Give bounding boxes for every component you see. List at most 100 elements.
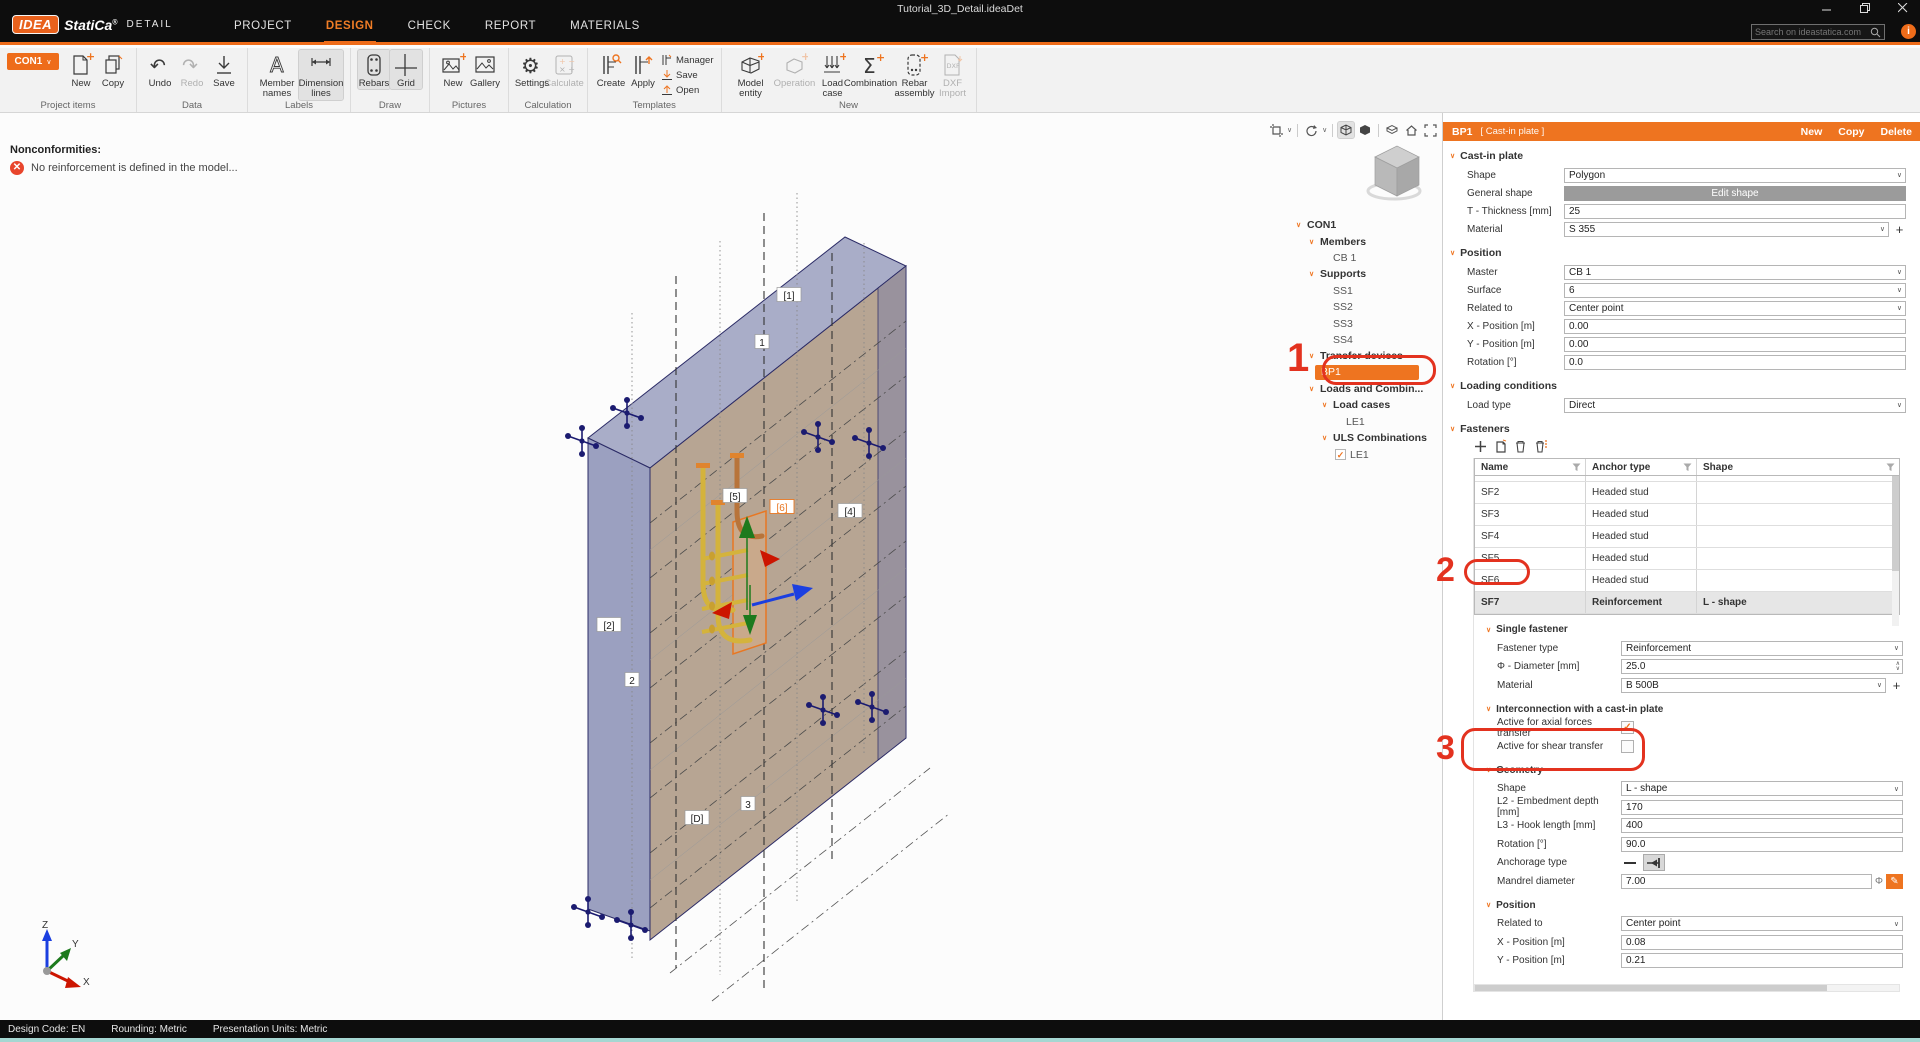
- ribbon-operation[interactable]: + Operation: [773, 50, 817, 89]
- load-type-select[interactable]: Direct∨: [1564, 398, 1906, 413]
- ribbon-gallery[interactable]: Gallery: [469, 50, 501, 89]
- panel-delete-button[interactable]: Delete: [1880, 126, 1912, 138]
- table-row-sf5[interactable]: SF5Headed stud: [1475, 548, 1899, 570]
- shear-transfer-checkbox[interactable]: [1621, 740, 1634, 753]
- ribbon-undo[interactable]: ↶ Undo: [144, 50, 176, 89]
- material-select[interactable]: S 355∨: [1564, 222, 1889, 237]
- shape-select[interactable]: Polygon∨: [1564, 168, 1906, 183]
- section-position[interactable]: ∨Position: [1450, 247, 1920, 259]
- section-single-fastener[interactable]: ∨Single fastener: [1486, 624, 1905, 635]
- section-interconnection[interactable]: ∨Interconnection with a cast-in plate: [1486, 704, 1905, 715]
- section-cast-in-plate[interactable]: ∨Cast-in plate: [1450, 150, 1920, 162]
- tree-load-cases[interactable]: ∨Load cases: [1296, 397, 1442, 413]
- scene-3d[interactable]: [1] 1 [2] 2 [5] [6] [4] [D] 3: [0, 113, 1442, 1020]
- panel-new-button[interactable]: New: [1801, 126, 1823, 138]
- ribbon-template-apply[interactable]: Apply: [627, 50, 659, 89]
- restore-button[interactable]: [1858, 2, 1872, 14]
- close-button[interactable]: [1896, 2, 1910, 14]
- geometry-rotation-input[interactable]: 90.0: [1621, 837, 1903, 852]
- horizontal-scrollbar[interactable]: [1474, 984, 1900, 992]
- ribbon-template-create[interactable]: Create: [595, 50, 627, 89]
- tree-cb1[interactable]: CB 1: [1296, 250, 1442, 266]
- master-select[interactable]: CB 1∨: [1564, 265, 1906, 280]
- embedment-depth-input[interactable]: 170: [1621, 800, 1903, 815]
- edit-shape-button[interactable]: Edit shape: [1564, 186, 1906, 201]
- ribbon-dxf-import[interactable]: DXF DXF Import: [937, 50, 969, 100]
- crop-dropdown-icon[interactable]: ∨: [1287, 126, 1292, 134]
- thickness-input[interactable]: 25: [1564, 204, 1906, 219]
- ribbon-new-project-item[interactable]: + New: [65, 50, 97, 89]
- geometry-shape-select[interactable]: L - shape∨: [1621, 781, 1903, 796]
- diameter-stepper[interactable]: 25.0∧∨: [1621, 659, 1903, 674]
- tree-ss4[interactable]: SS4: [1296, 332, 1442, 348]
- add-material-button[interactable]: +: [1893, 222, 1906, 237]
- tree-loads[interactable]: ∨Loads and Combin...: [1296, 381, 1442, 397]
- edit-mandrel-button[interactable]: ✎: [1886, 874, 1903, 889]
- fastener-type-select[interactable]: Reinforcement∨: [1621, 641, 1903, 656]
- info-icon[interactable]: i: [1901, 24, 1916, 39]
- tree-supports[interactable]: ∨Supports: [1296, 266, 1442, 282]
- section-loading-conditions[interactable]: ∨Loading conditions: [1450, 380, 1920, 392]
- ribbon-copy-project-item[interactable]: Copy: [97, 50, 129, 89]
- table-row[interactable]: SF4Headed stud: [1475, 526, 1899, 548]
- search-input[interactable]: [1755, 27, 1870, 37]
- ribbon-rebar-assembly[interactable]: + Rebar assembly: [893, 50, 937, 100]
- ribbon-dimension-lines[interactable]: Dimension lines: [299, 50, 343, 100]
- anchorage-straight-button[interactable]: [1621, 855, 1641, 870]
- tab-check[interactable]: CHECK: [406, 14, 453, 45]
- tab-report[interactable]: REPORT: [483, 14, 538, 45]
- ribbon-picture-new[interactable]: + New: [437, 50, 469, 89]
- tree-ss1[interactable]: SS1: [1296, 283, 1442, 299]
- tree-ss2[interactable]: SS2: [1296, 299, 1442, 315]
- anchorage-hook-button[interactable]: [1644, 855, 1664, 870]
- table-row-selected[interactable]: SF7ReinforcementL - shape: [1475, 592, 1899, 614]
- minimize-button[interactable]: [1820, 2, 1834, 14]
- y-position-input[interactable]: 0.00: [1564, 337, 1906, 352]
- solid-view-button[interactable]: [1357, 122, 1373, 138]
- tab-design[interactable]: DESIGN: [324, 14, 376, 45]
- tab-materials[interactable]: MATERIALS: [568, 14, 642, 45]
- fastener-related-to-select[interactable]: Center point∨: [1621, 916, 1903, 931]
- section-fasteners[interactable]: ∨Fasteners: [1450, 423, 1920, 435]
- section-geometry[interactable]: ∨Geometry: [1486, 765, 1905, 776]
- fastener-y-position-input[interactable]: 0.21: [1621, 953, 1903, 968]
- fastener-material-select[interactable]: B 500B∨: [1621, 678, 1886, 693]
- context-item-dropdown[interactable]: CON1∨: [7, 53, 59, 70]
- checkbox-checked-icon[interactable]: [1335, 449, 1346, 460]
- tab-project[interactable]: PROJECT: [232, 14, 294, 45]
- delete-all-fasteners-icon[interactable]: [1533, 439, 1548, 454]
- delete-fastener-icon[interactable]: [1513, 439, 1528, 454]
- ribbon-model-entity[interactable]: + Model entity: [729, 50, 773, 100]
- related-to-select[interactable]: Center point∨: [1564, 301, 1906, 316]
- column-name[interactable]: Name: [1475, 459, 1586, 475]
- tree-ss3[interactable]: SS3: [1296, 315, 1442, 331]
- tree-transfer-devices[interactable]: ∨Transfer devices: [1296, 348, 1442, 364]
- fit-view-button[interactable]: [1422, 122, 1438, 138]
- tree-members[interactable]: ∨Members: [1296, 233, 1442, 249]
- column-shape[interactable]: Shape: [1697, 459, 1899, 475]
- ribbon-save[interactable]: Save: [208, 50, 240, 89]
- search-box[interactable]: [1751, 24, 1885, 40]
- mandrel-diameter-input[interactable]: 7.00: [1621, 874, 1872, 889]
- tree-le1[interactable]: LE1: [1296, 414, 1442, 430]
- home-view-button[interactable]: [1403, 122, 1419, 138]
- ribbon-template-manager[interactable]: Manager: [661, 53, 714, 67]
- column-anchor-type[interactable]: Anchor type: [1586, 459, 1697, 475]
- ribbon-settings[interactable]: ⚙ Settings: [516, 50, 548, 89]
- ribbon-template-open[interactable]: Open: [661, 83, 714, 97]
- axial-transfer-checkbox[interactable]: [1621, 721, 1634, 734]
- tree-uls-combinations[interactable]: ∨ULS Combinations: [1296, 430, 1442, 446]
- table-row[interactable]: SF3Headed stud: [1475, 504, 1899, 526]
- wireframe-view-button[interactable]: [1338, 122, 1354, 138]
- view-cube[interactable]: [1368, 146, 1420, 199]
- ribbon-load-case[interactable]: + Load case: [817, 50, 849, 100]
- section-fastener-position[interactable]: ∨Position: [1486, 900, 1905, 911]
- fastener-x-position-input[interactable]: 0.08: [1621, 935, 1903, 950]
- model-canvas[interactable]: [1] 1 [2] 2 [5] [6] [4] [D] 3: [0, 113, 1442, 1020]
- ribbon-rebars[interactable]: Rebars: [358, 50, 390, 89]
- hook-length-input[interactable]: 400: [1621, 818, 1903, 833]
- ribbon-calculate[interactable]: + −× ÷ Calculate: [548, 50, 580, 89]
- table-row[interactable]: SF2Headed stud: [1475, 482, 1899, 504]
- rotate-dropdown-icon[interactable]: ∨: [1322, 126, 1327, 134]
- crop-view-button[interactable]: [1268, 122, 1284, 138]
